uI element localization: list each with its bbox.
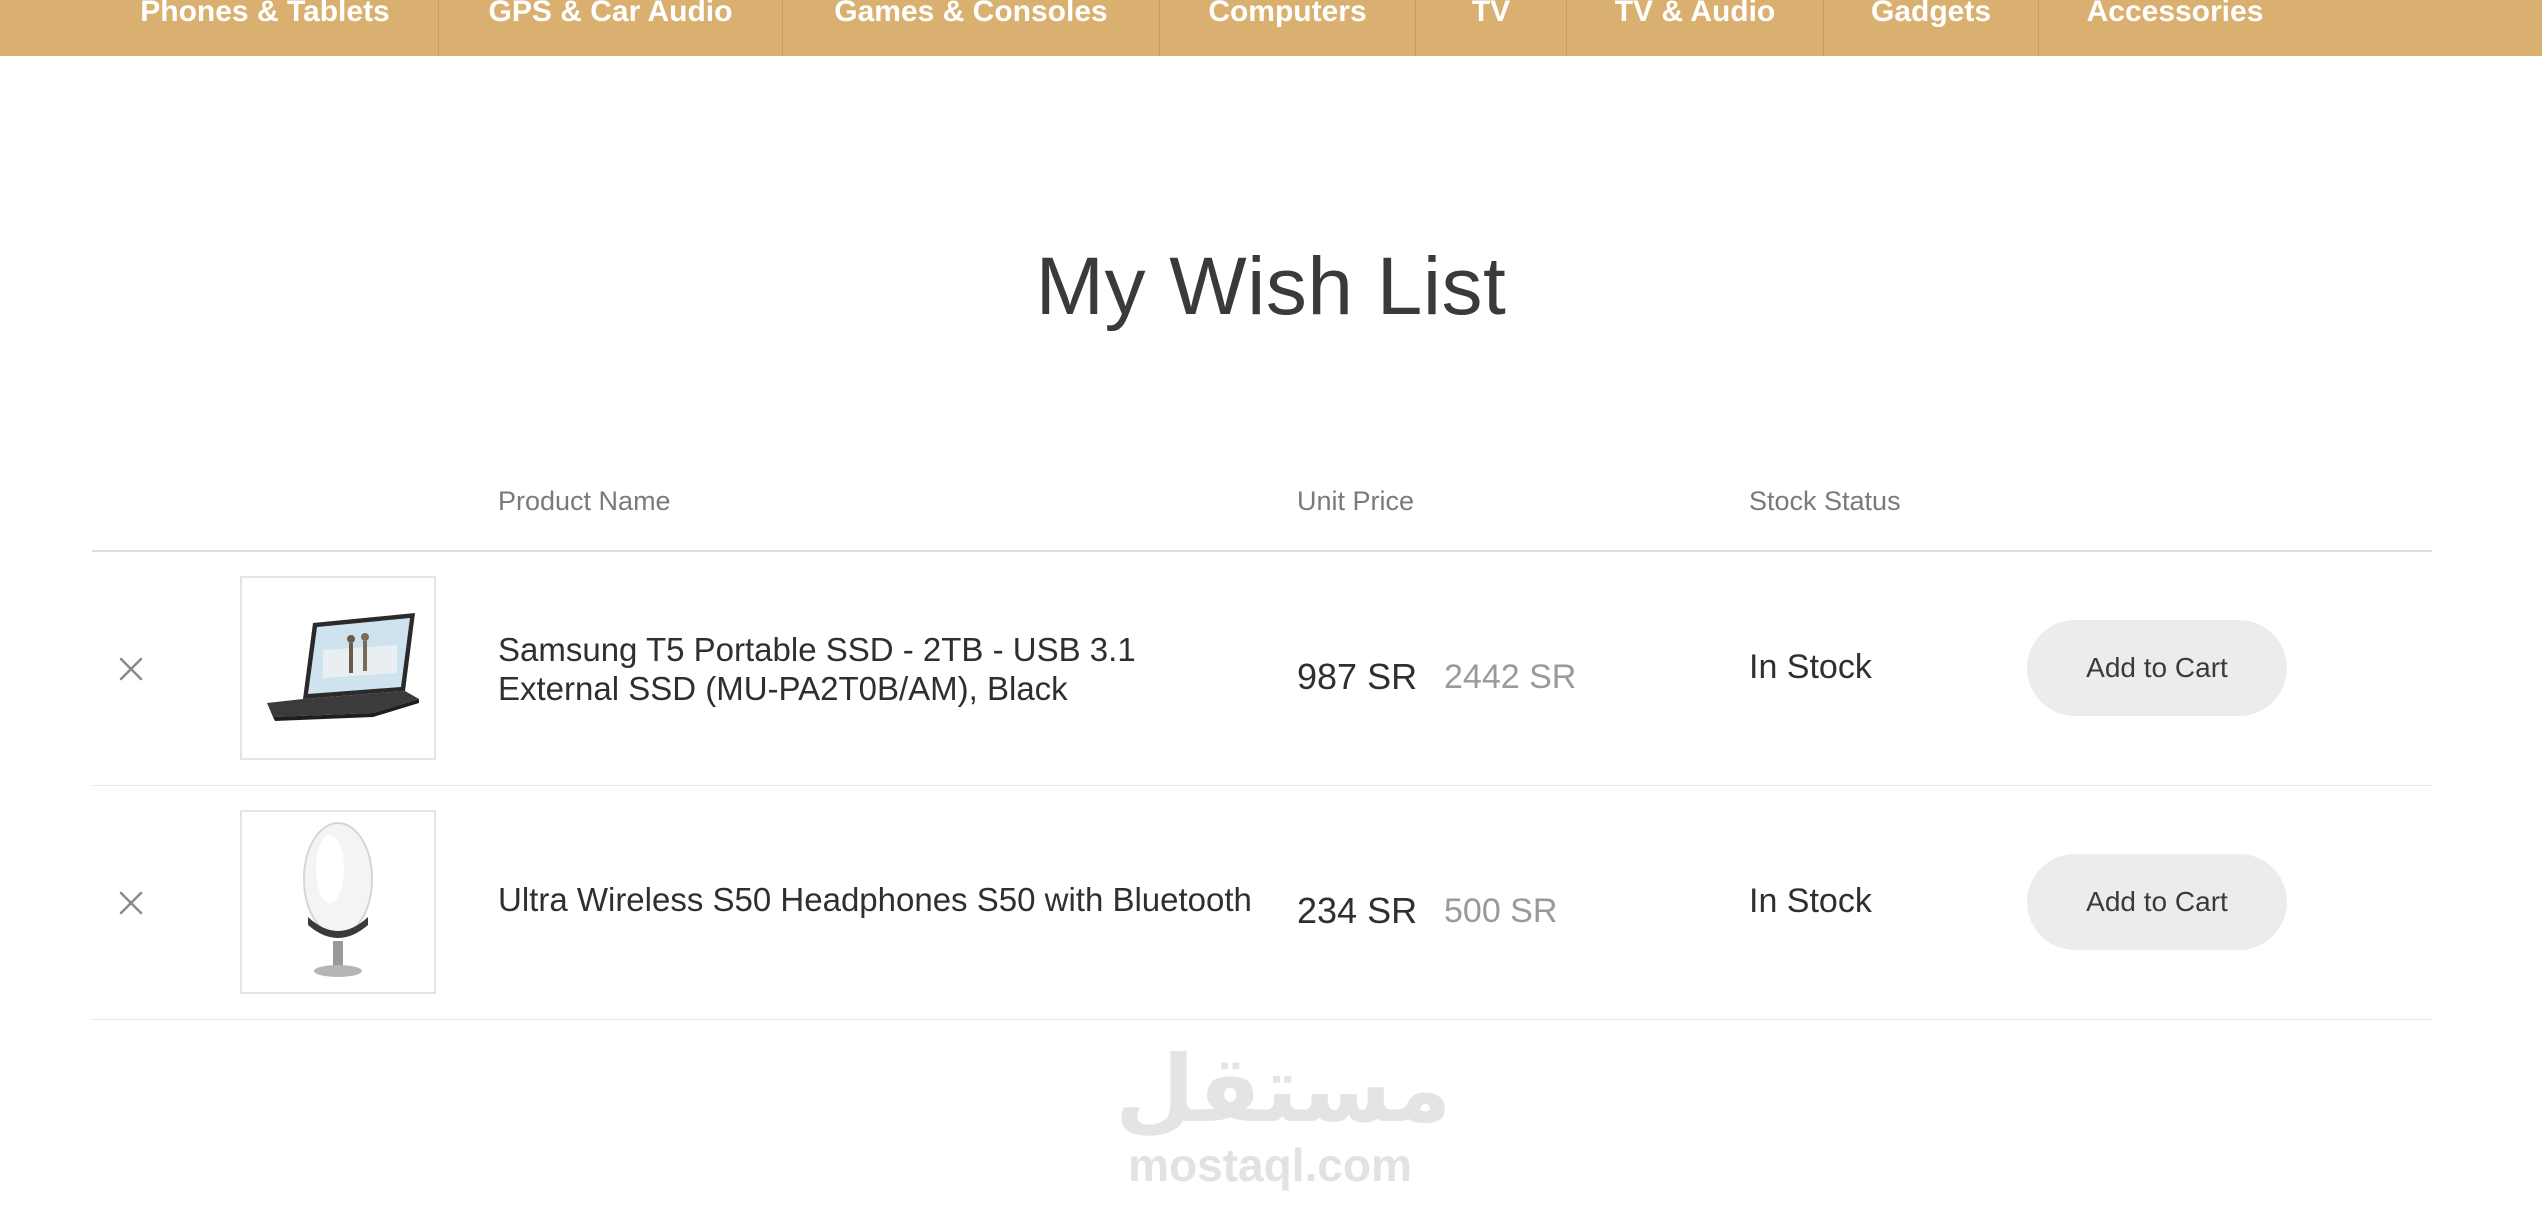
row-divider xyxy=(92,1019,2432,1020)
watermark-logo: مستقل mostaql.com xyxy=(1115,1036,1452,1200)
close-icon xyxy=(119,657,143,681)
main-nav: Phones & Tablets GPS & Car Audio Games &… xyxy=(0,0,2542,56)
add-to-cart-button[interactable]: Add to Cart xyxy=(2027,854,2287,950)
nav-item-games-consoles[interactable]: Games & Consoles xyxy=(783,0,1160,56)
nav-item-tv-audio[interactable]: TV & Audio xyxy=(1567,0,1824,56)
nav-item-gps-car-audio[interactable]: GPS & Car Audio xyxy=(439,0,783,56)
remove-item-button[interactable] xyxy=(114,886,148,920)
nav-item-phones-tablets[interactable]: Phones & Tablets xyxy=(92,0,439,56)
stock-status: In Stock xyxy=(1749,648,1872,686)
close-icon xyxy=(119,891,143,915)
stock-status: In Stock xyxy=(1749,882,1872,920)
nav-item-computers[interactable]: Computers xyxy=(1160,0,1416,56)
product-old-price: 2442 SR xyxy=(1444,658,1577,696)
nav-item-accessories[interactable]: Accessories xyxy=(2039,0,2311,56)
column-header-stock-status: Stock Status xyxy=(1749,486,1901,516)
nav-item-tv[interactable]: TV xyxy=(1416,0,1567,56)
product-old-price: 500 SR xyxy=(1444,892,1558,930)
product-thumbnail[interactable] xyxy=(240,810,436,994)
column-header-product-name: Product Name xyxy=(498,486,671,516)
speaker-icon xyxy=(303,822,373,977)
remove-item-button[interactable] xyxy=(114,652,148,686)
laptop-icon xyxy=(267,613,419,721)
page-title: My Wish List xyxy=(1035,241,1507,332)
row-divider xyxy=(92,785,2432,786)
product-thumbnail[interactable] xyxy=(240,576,436,760)
product-name[interactable]: Ultra Wireless S50 Headphones S50 with B… xyxy=(498,880,1258,919)
watermark-latin: mostaql.com xyxy=(1128,1139,1412,1191)
product-name[interactable]: Samsung T5 Portable SSD - 2TB - USB 3.1 … xyxy=(498,630,1258,708)
nav-item-gadgets[interactable]: Gadgets xyxy=(1824,0,2039,56)
product-price: 234 SR xyxy=(1297,890,1418,931)
add-to-cart-button[interactable]: Add to Cart xyxy=(2027,620,2287,716)
watermark-arabic: مستقل xyxy=(1115,1036,1452,1143)
product-price: 987 SR xyxy=(1297,656,1418,697)
column-header-unit-price: Unit Price xyxy=(1297,486,1415,516)
table-header-divider xyxy=(92,550,2432,552)
